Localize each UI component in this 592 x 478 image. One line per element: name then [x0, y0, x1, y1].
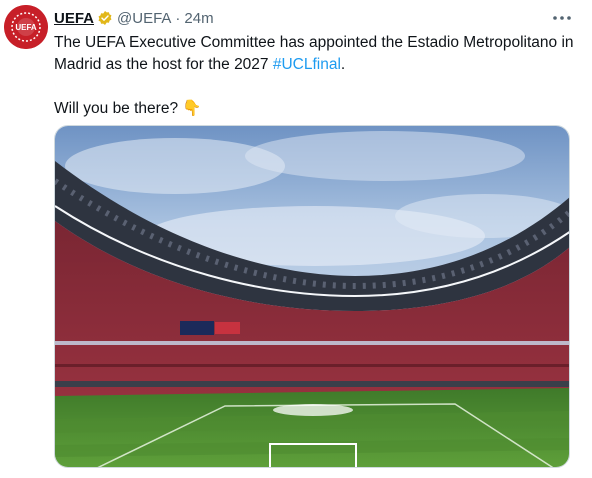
separator-dot: · [175, 9, 181, 27]
tweet-media-image[interactable] [54, 125, 570, 468]
tweet[interactable]: UEFA UEFA @UEFA · 24m The UEFA Executive… [0, 0, 592, 478]
tweet-text-line3: Will you be there? 👇 [54, 98, 584, 120]
author-name[interactable]: UEFA [54, 10, 94, 27]
more-icon [553, 16, 571, 20]
author-handle[interactable]: @UEFA [117, 10, 171, 27]
uefa-logo-icon: UEFA [4, 5, 48, 49]
timestamp[interactable]: 24m [184, 10, 213, 27]
tweet-text-line2-suffix: . [340, 56, 346, 73]
more-options-button[interactable] [549, 8, 575, 28]
tweet-text-line2-prefix: Madrid as the host for the 2027 [54, 56, 273, 73]
avatar[interactable]: UEFA [4, 5, 48, 49]
verified-badge-icon [97, 10, 113, 26]
avatar-logo-text: UEFA [15, 23, 37, 32]
tweet-text-question: Will you be there? [54, 100, 183, 117]
tweet-text-line2: Madrid as the host for the 2027 #UCLfina… [54, 54, 584, 76]
hashtag-link[interactable]: #UCLfinal [273, 56, 341, 73]
tweet-text: The UEFA Executive Committee has appoint… [54, 32, 584, 120]
tweet-header: UEFA @UEFA · 24m [54, 8, 214, 28]
tweet-text-line1: The UEFA Executive Committee has appoint… [54, 34, 574, 51]
stadium-photo [55, 126, 569, 467]
pointing-down-emoji: 👇 [182, 100, 202, 117]
